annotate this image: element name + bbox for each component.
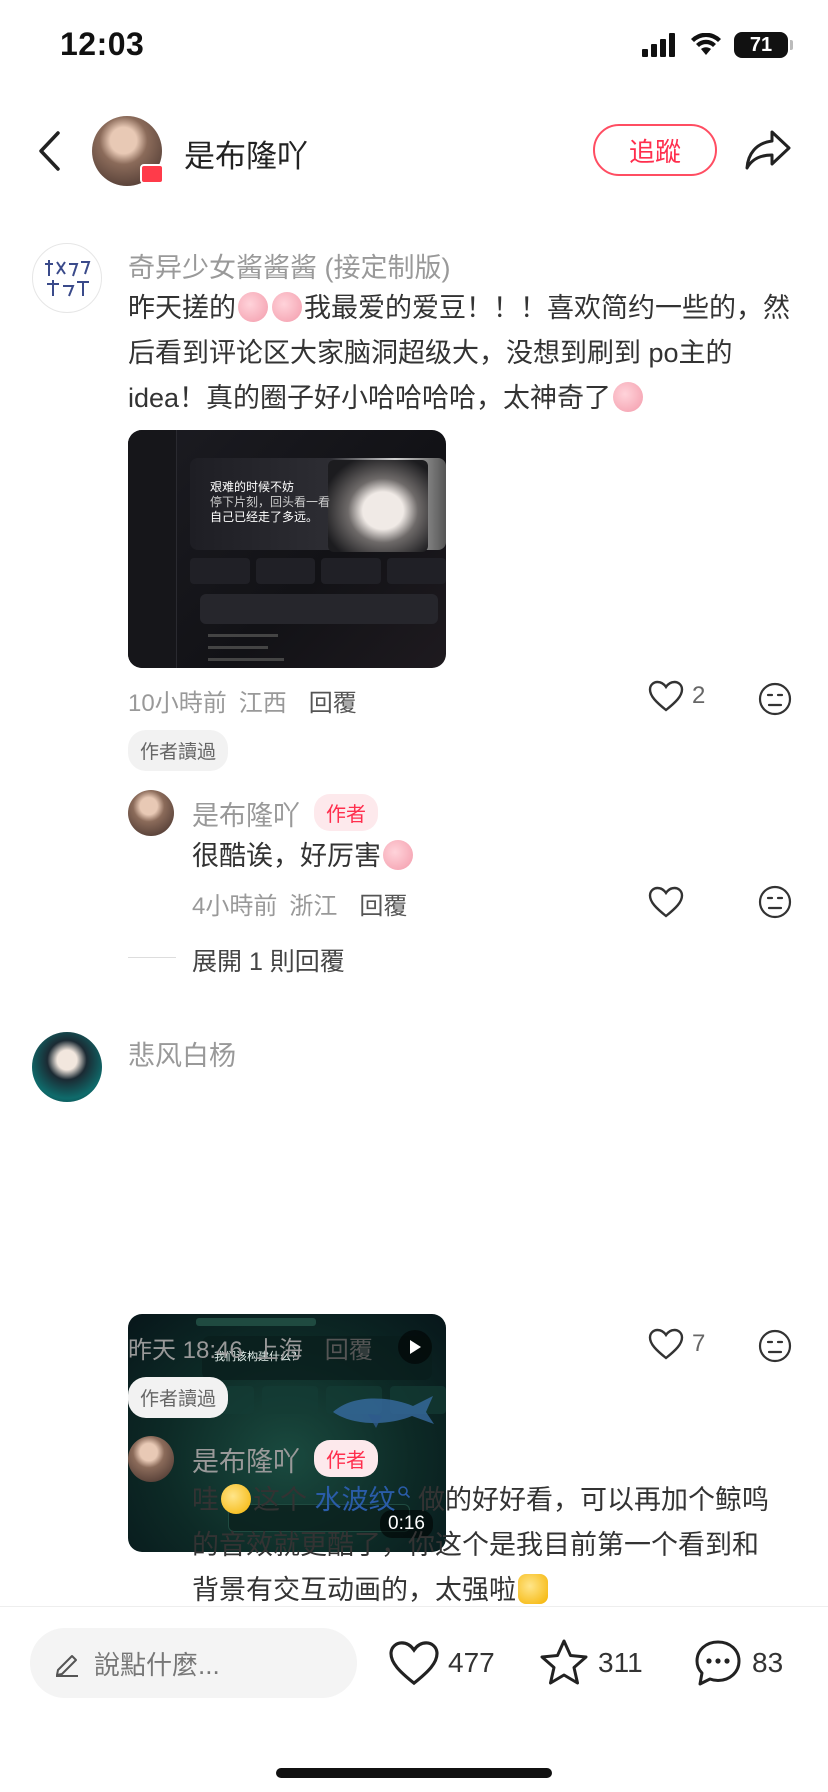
home-indicator [276, 1768, 552, 1778]
pig-emoji-icon [238, 292, 268, 322]
search-link[interactable]: 水波纹 [315, 1485, 411, 1515]
reply-location: 浙江 [289, 893, 338, 920]
heart-icon [648, 680, 684, 712]
image-input-box [200, 594, 438, 624]
comment-input-placeholder: 說點什麼... [94, 1649, 220, 1680]
avatar-badge-icon [140, 164, 164, 184]
whale-illustration [333, 1396, 434, 1428]
comment-meta: 昨天 18:46 上海 回覆 [128, 1330, 373, 1365]
header-username[interactable]: 是布隆吖 [184, 131, 308, 176]
comment-avatar[interactable] [32, 243, 102, 313]
image-quote-line: 自己已经走了多远。 [210, 510, 319, 524]
comment-time: 10小時前 [128, 690, 227, 717]
dislike-face-icon[interactable] [758, 885, 792, 919]
status-icons: 71 [642, 32, 793, 58]
play-button[interactable] [398, 1330, 432, 1364]
share-icon[interactable] [744, 128, 792, 172]
signal-icon [642, 33, 675, 57]
comment-meta: 10小時前 江西 回覆 [128, 683, 357, 718]
image-sidebar [128, 430, 177, 668]
comment-text-line: 我最爱的爱豆！！！喜欢简约一些的，然 [304, 293, 790, 323]
like-count: 7 [692, 1330, 706, 1357]
star-icon [540, 1639, 588, 1685]
battery-indicator: 71 [734, 32, 793, 58]
dislike-face-icon[interactable] [758, 1329, 792, 1363]
thumbs-up-emoji-icon [518, 1574, 548, 1604]
status-time: 12:03 [60, 26, 145, 62]
image-quote-line: 停下片刻，回头看一看 [210, 495, 331, 509]
image-quote-line: 艰难的时候不妨 [210, 480, 295, 494]
pencil-icon [56, 1655, 78, 1677]
reply-button[interactable]: 回覆 [309, 683, 357, 718]
reply-button[interactable]: 回覆 [325, 1330, 373, 1365]
comment-location: 江西 [238, 690, 287, 717]
favorite-button[interactable]: 311 [538, 1638, 643, 1688]
comment-like[interactable]: 7 [648, 1328, 705, 1360]
favorite-total: 311 [598, 1647, 643, 1678]
comment-text: 昨天搓的 我最爱的爱豆！！！喜欢简约一些的，然 后看到评论区大家脑洞超级大，没想到… [128, 286, 808, 421]
comment-like[interactable]: 2 [648, 680, 705, 712]
heart-icon [389, 1641, 439, 1686]
reply-text: 哇 这个 水波纹 做的好好看，可以再加个鲸鸣 的音效就更酷了，你这个是我目前第一个… [192, 1478, 812, 1613]
author-read-badge: 作者讀過 [128, 1377, 229, 1418]
comments-button[interactable]: 83 [692, 1638, 783, 1688]
like-button[interactable]: 477 [388, 1640, 495, 1686]
search-icon [397, 1486, 410, 1499]
like-total: 477 [448, 1647, 495, 1678]
reply-text: 很酷诶，好厉害 [192, 834, 415, 879]
comments-total: 83 [752, 1647, 784, 1678]
comment-username[interactable]: 奇异少女酱酱酱 (接定制版) [128, 246, 450, 285]
comment-text-line: idea！真的圈子好小哈哈哈哈，太神奇了 [128, 383, 612, 413]
reply-avatar[interactable] [128, 1436, 174, 1482]
author-tag: 作者 [314, 794, 378, 831]
pig-emoji-icon [613, 382, 644, 412]
comment-location: 上海 [254, 1337, 303, 1364]
reply-meta: 4小時前 浙江 回覆 [192, 886, 407, 921]
chat-bubble-icon [695, 1640, 741, 1686]
comment-text-line: 昨天搓的 [128, 293, 236, 323]
heart-icon [648, 1328, 684, 1360]
reply-text-content: 做的好好看，可以再加个鲸鸣 [418, 1485, 770, 1515]
pig-emoji-icon [272, 292, 302, 322]
reply-text-content: 哇 [192, 1485, 219, 1515]
follow-button[interactable]: 追蹤 [593, 124, 717, 176]
expand-replies-button[interactable]: 展開 1 則回覆 [192, 942, 345, 978]
author-read-badge: 作者讀過 [128, 730, 229, 771]
comment-input[interactable]: 說點什麼... [30, 1628, 357, 1698]
image-quote: 艰难的时候不妨 停下片刻，回头看一看 自己已经走了多远。 [210, 480, 330, 525]
star-eyes-emoji-icon [221, 1484, 251, 1514]
reply-button[interactable]: 回覆 [359, 886, 407, 921]
like-count: 2 [692, 682, 706, 709]
comment-username[interactable]: 悲风白杨 [128, 1034, 236, 1073]
reply-time: 4小時前 [192, 893, 278, 920]
dislike-face-icon[interactable] [758, 682, 792, 716]
header-avatar[interactable] [92, 116, 164, 186]
comment-time: 昨天 18:46 [128, 1337, 243, 1364]
comment-text-line: 后看到评论区大家脑洞超级大，没想到刷到 po主的 [128, 338, 733, 368]
wifi-icon [691, 33, 721, 55]
pig-emoji-icon [383, 840, 413, 870]
image-list-lines [208, 634, 288, 661]
reply-username[interactable]: 是布隆吖 [192, 794, 300, 833]
video-header-bar [196, 1318, 316, 1326]
reply-text-content: 背景有交互动画的，太强啦 [192, 1575, 516, 1605]
reply-text-content: 这个 [253, 1485, 307, 1515]
reply-text-content: 的音效就更酷了，你这个是我目前第一个看到和 [192, 1530, 759, 1560]
comment-avatar[interactable] [32, 1032, 102, 1102]
expand-divider [128, 957, 176, 958]
image-portrait [328, 460, 428, 552]
reply-avatar[interactable] [128, 790, 174, 836]
back-icon[interactable] [36, 130, 62, 172]
reply-username[interactable]: 是布隆吖 [192, 1440, 300, 1479]
heart-icon[interactable] [648, 886, 684, 918]
avatar-calligraphy-icon [45, 260, 91, 297]
author-tag: 作者 [314, 1440, 378, 1477]
comment-image[interactable]: 艰难的时候不妨 停下片刻，回头看一看 自己已经走了多远。 [128, 430, 446, 668]
play-icon [410, 1340, 421, 1354]
image-cards-row [190, 558, 446, 584]
search-link-text[interactable]: 水波纹 [315, 1485, 396, 1515]
bottom-bar-divider [0, 1606, 828, 1607]
reply-text-content: 很酷诶，好厉害 [192, 841, 381, 871]
